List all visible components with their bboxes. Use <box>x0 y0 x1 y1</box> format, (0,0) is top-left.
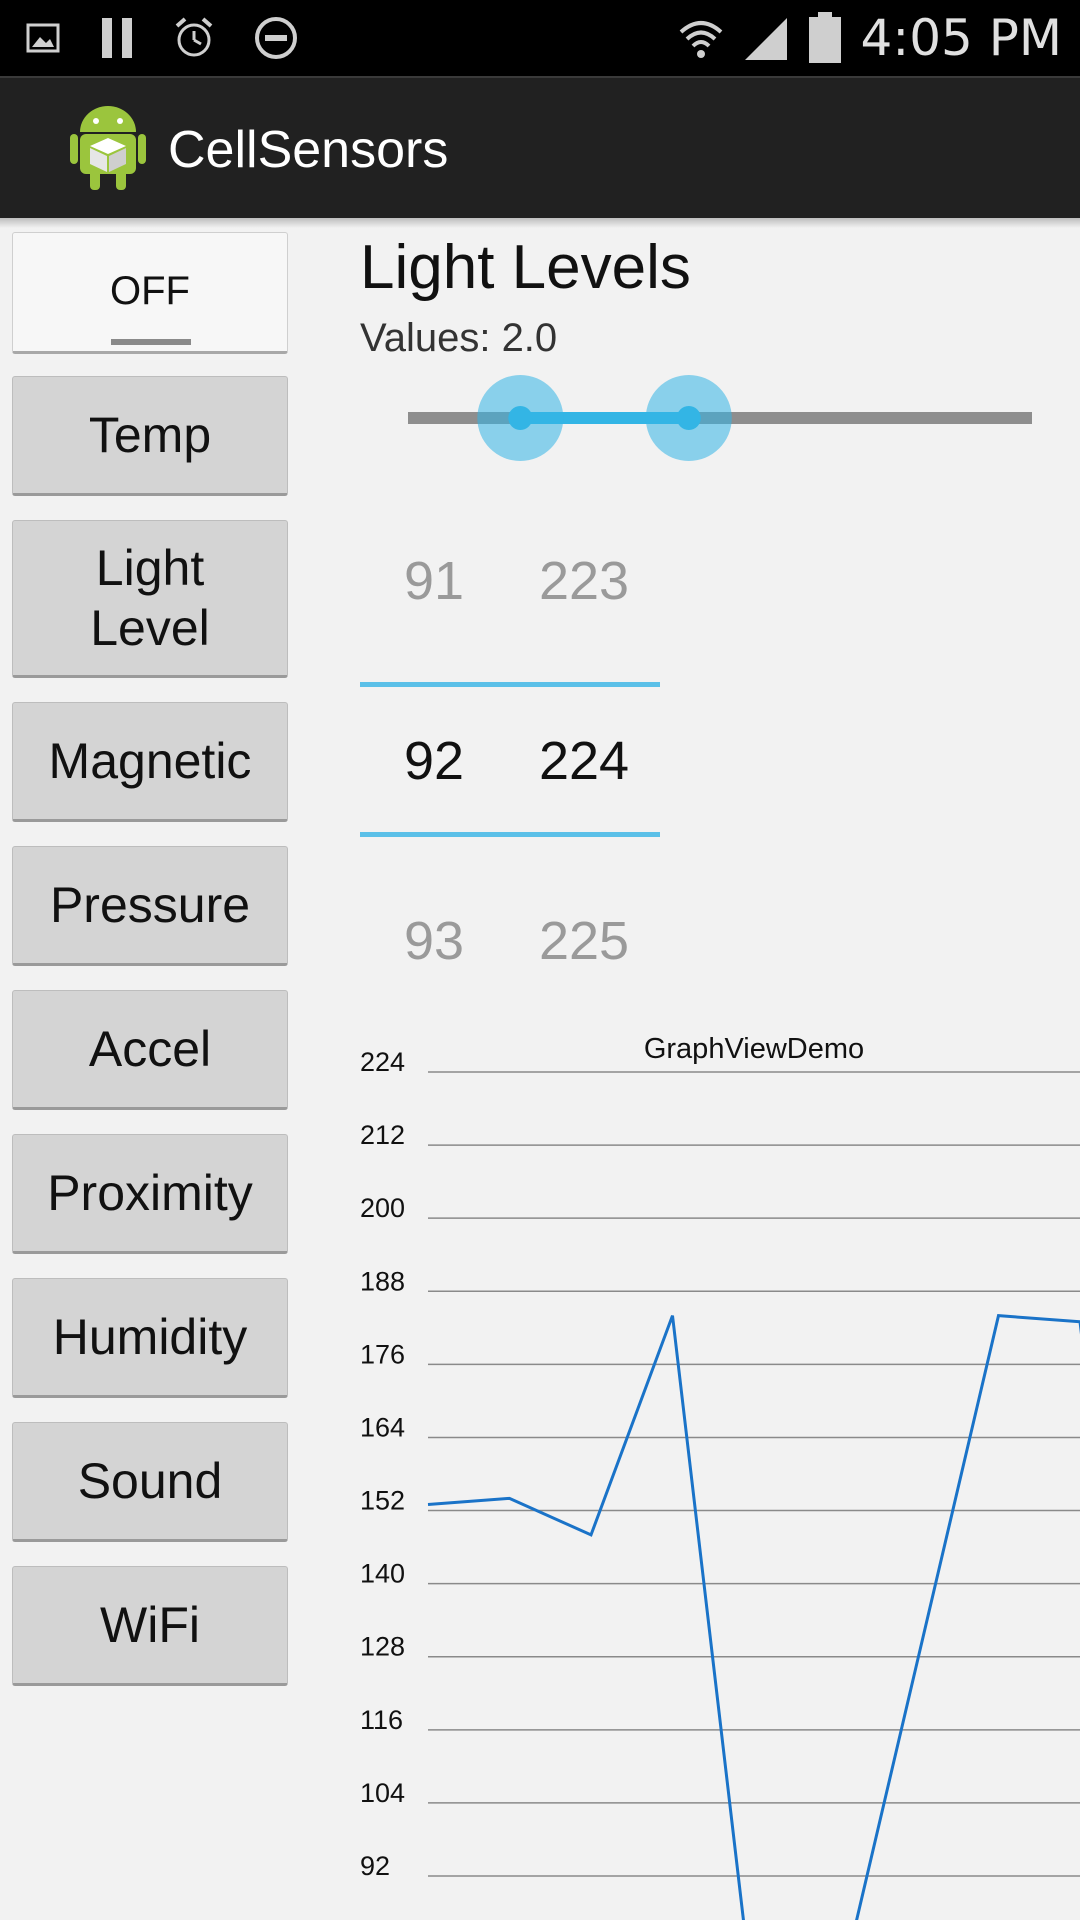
magnetic-button[interactable]: Magnetic <box>12 702 288 822</box>
y-tick-label: 188 <box>360 1266 405 1296</box>
temp-button[interactable]: Temp <box>12 376 288 496</box>
status-right-icons: 4:05 PM <box>677 9 1062 67</box>
off-toggle-button[interactable]: OFF <box>12 232 288 354</box>
do-not-disturb-icon <box>255 17 297 59</box>
signal-icon <box>744 18 787 60</box>
wifi-icon <box>679 21 722 58</box>
y-tick-label: 92 <box>360 1851 390 1881</box>
app-title: CellSensors <box>168 121 449 179</box>
y-tick-label: 116 <box>360 1705 403 1735</box>
status-time: 4:05 PM <box>860 9 1062 67</box>
pressure-button[interactable]: Pressure <box>12 846 288 966</box>
picker-low-selected[interactable]: 92 <box>374 730 494 792</box>
slider-thumb-low[interactable] <box>477 375 564 461</box>
series-line <box>427 1314 1080 1920</box>
status-bar: 4:05 PM <box>0 0 1080 76</box>
picker-high-below[interactable]: 225 <box>524 910 644 972</box>
y-tick-label: 104 <box>360 1778 405 1808</box>
chart-title: GraphViewDemo <box>644 1033 864 1065</box>
image-icon <box>26 23 60 53</box>
toggle-indicator <box>111 339 191 345</box>
page-title: Light Levels <box>360 233 691 302</box>
accel-button[interactable]: Accel <box>12 990 288 1110</box>
y-tick-label: 176 <box>360 1339 405 1369</box>
values-text: Values: 2.0 <box>360 316 558 360</box>
action-bar: CellSensors <box>0 76 1080 218</box>
picker-high-selected[interactable]: 224 <box>524 730 644 792</box>
picker-low-below[interactable]: 93 <box>374 910 494 972</box>
y-tick-label: 128 <box>360 1632 405 1662</box>
pause-icon <box>102 18 132 58</box>
humidity-button[interactable]: Humidity <box>12 1278 288 1398</box>
range-slider[interactable] <box>400 372 1050 462</box>
sound-button[interactable]: Sound <box>12 1422 288 1542</box>
y-tick-label: 212 <box>360 1120 405 1150</box>
alarm-icon <box>175 17 213 57</box>
toggle-label: OFF <box>110 269 190 313</box>
proximity-button[interactable]: Proximity <box>12 1134 288 1254</box>
battery-icon <box>808 12 841 63</box>
y-tick-label: 224 <box>360 1047 405 1077</box>
y-tick-label: 164 <box>360 1412 405 1442</box>
wifi-button[interactable]: WiFi <box>12 1566 288 1686</box>
android-app-icon <box>70 106 146 190</box>
y-tick-label: 140 <box>360 1559 405 1589</box>
picker-high-above[interactable]: 223 <box>524 550 644 612</box>
picker-low-above[interactable]: 91 <box>374 550 494 612</box>
picker-divider-bottom <box>360 832 660 837</box>
picker-divider-top <box>360 682 660 687</box>
action-bar-shadow <box>0 218 1080 228</box>
slider-thumb-high[interactable] <box>645 375 732 461</box>
light-level-button[interactable]: Light Level <box>12 520 288 678</box>
status-left-icons <box>26 10 298 66</box>
line-chart: 224 212 200 188 176 164 152 140 128 116 104 92 Graph… <box>360 1033 1080 1920</box>
y-tick-label: 152 <box>360 1486 405 1516</box>
y-tick-label: 200 <box>360 1193 405 1223</box>
